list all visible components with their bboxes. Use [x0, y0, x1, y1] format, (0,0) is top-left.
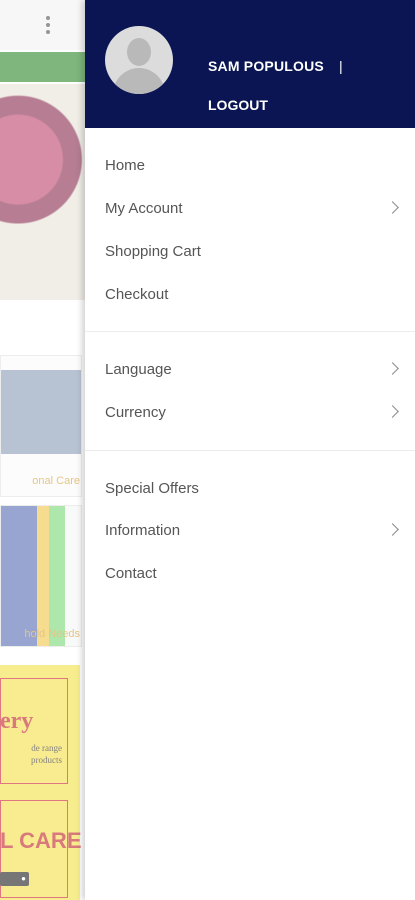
menu-item-label: Contact	[105, 565, 157, 582]
menu-item-label: Special Offers	[105, 480, 199, 497]
chevron-right-icon	[386, 362, 399, 375]
header-separator: |	[339, 58, 343, 74]
avatar-body-shape	[113, 68, 165, 94]
drawer-header: SAM POPULOUS | LOGOUT	[85, 0, 415, 128]
logout-button[interactable]: LOGOUT	[208, 97, 268, 113]
chevron-right-icon	[386, 201, 399, 214]
menu-item-label: Information	[105, 522, 181, 539]
avatar-head-shape	[127, 38, 151, 66]
chevron-right-icon	[386, 405, 399, 418]
menu-item-special-offers[interactable]: Special Offers	[85, 469, 415, 509]
chevron-right-icon	[386, 523, 399, 536]
menu-divider	[85, 331, 415, 332]
menu-item-my-account[interactable]: My Account	[85, 189, 415, 229]
menu-item-information[interactable]: Information	[85, 511, 415, 551]
menu-item-home[interactable]: Home	[85, 146, 415, 186]
menu-item-language[interactable]: Language	[85, 350, 415, 390]
menu-item-label: Currency	[105, 404, 166, 421]
menu-item-label: Checkout	[105, 286, 169, 303]
menu-item-contact[interactable]: Contact	[85, 554, 415, 594]
menu-item-currency[interactable]: Currency	[85, 393, 415, 433]
menu-item-label: My Account	[105, 200, 183, 217]
user-name[interactable]: SAM POPULOUS	[208, 58, 324, 74]
navigation-drawer: SAM POPULOUS | LOGOUT Home My Account Sh…	[85, 0, 415, 900]
menu-item-checkout[interactable]: Checkout	[85, 275, 415, 315]
menu-item-shopping-cart[interactable]: Shopping Cart	[85, 232, 415, 272]
menu-divider	[85, 450, 415, 451]
menu-item-label: Language	[105, 361, 172, 378]
menu-item-label: Shopping Cart	[105, 243, 201, 260]
menu-item-label: Home	[105, 157, 146, 174]
avatar[interactable]	[105, 26, 173, 94]
